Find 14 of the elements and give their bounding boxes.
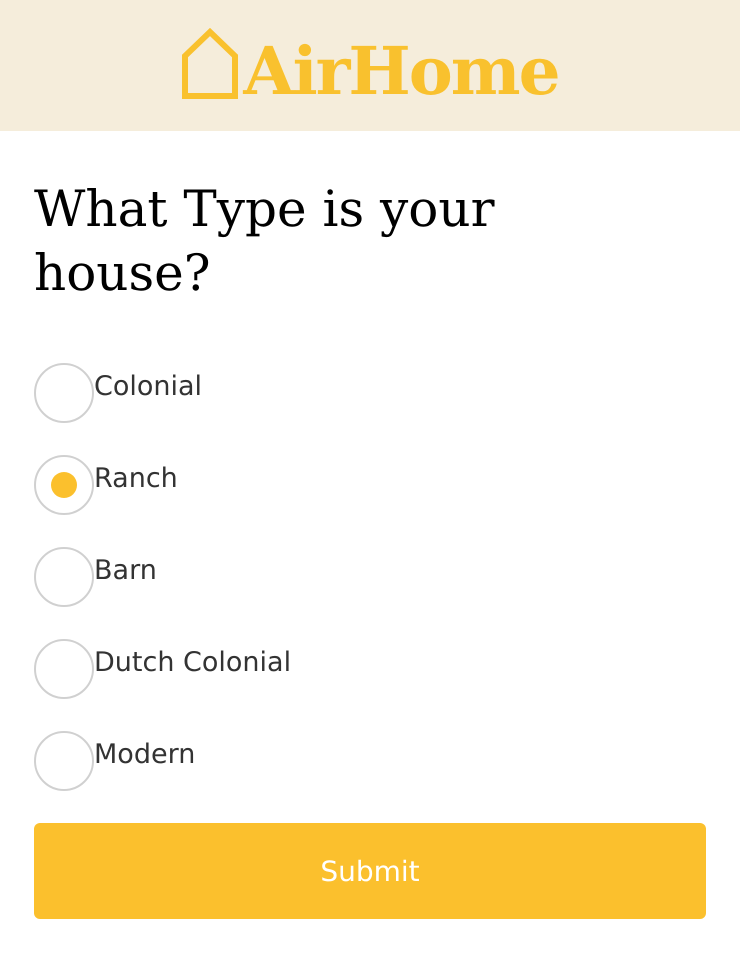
option-label: Modern [94, 741, 196, 768]
radio-button[interactable] [34, 547, 94, 607]
option-label: Colonial [94, 373, 202, 400]
radio-button[interactable] [34, 455, 94, 515]
question-heading: What Type is your house? [34, 179, 496, 304]
radio-button[interactable] [34, 363, 94, 423]
radio-button[interactable] [34, 731, 94, 791]
option-label: Barn [94, 557, 157, 584]
logo-text: AirHome [243, 38, 559, 104]
option-label: Ranch [94, 465, 178, 492]
option-label: Dutch Colonial [94, 649, 292, 676]
house-icon [181, 28, 240, 100]
submit-button[interactable]: Submit [34, 823, 706, 919]
radio-button[interactable] [34, 639, 94, 699]
